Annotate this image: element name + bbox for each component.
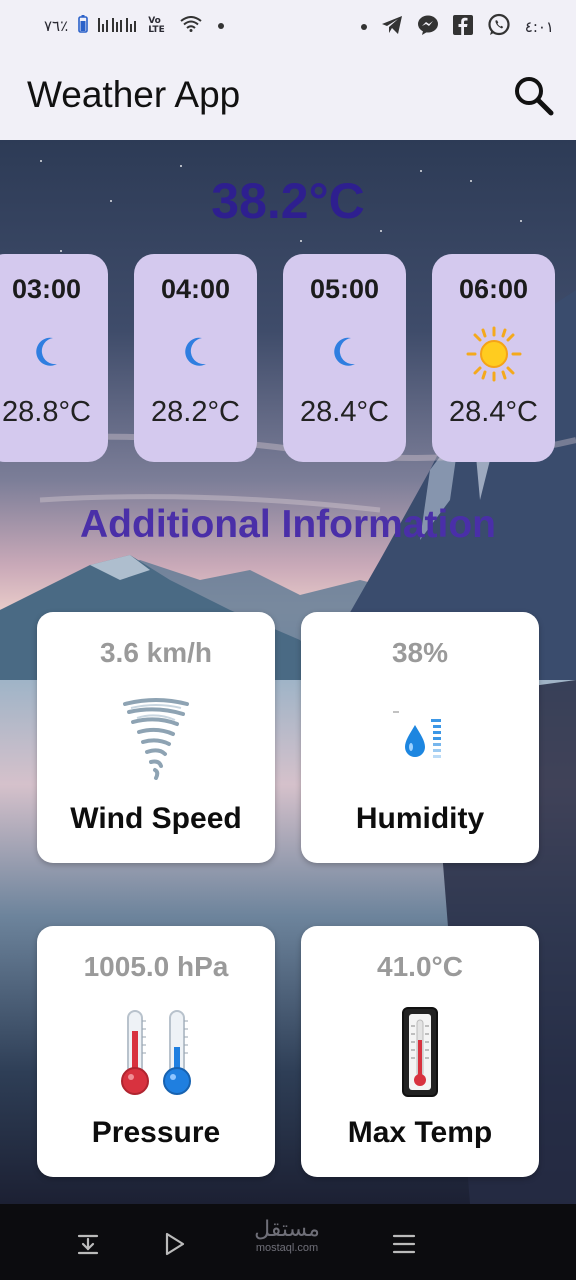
thermometer-icon — [301, 1007, 539, 1097]
hour-temperature: 28.8°C — [2, 396, 91, 428]
watermark-latin: mostaql.com — [255, 1242, 319, 1254]
whatsapp-icon — [487, 13, 511, 41]
info-label: Pressure — [91, 1116, 221, 1149]
info-value: 38% — [391, 637, 449, 668]
info-value: 3.6 km/h — [99, 637, 213, 668]
wifi-icon — [180, 16, 202, 36]
humidity-drop-icon — [301, 696, 539, 780]
hour-time: 05:00 — [309, 274, 380, 304]
info-label: Wind Speed — [70, 802, 242, 835]
hourly-forecast-strip[interactable]: 03:00 28.8°C 04:00 28.2°C 05:00 28.4°C 0… — [0, 254, 576, 464]
hour-time: 06:00 — [458, 274, 529, 304]
hourly-card[interactable]: 04:00 28.2°C — [134, 254, 257, 462]
pressure-card: 1005.0 hPa Pressure — [37, 926, 275, 1177]
hour-temperature: 28.2°C — [151, 396, 240, 428]
moon-icon — [283, 332, 406, 376]
hourly-card[interactable]: 06:00 28.4°C — [432, 254, 555, 462]
section-title: Additional Information — [80, 503, 496, 546]
search-icon — [515, 77, 554, 116]
moon-icon — [0, 332, 108, 376]
hour-temperature: 28.4°C — [449, 396, 538, 428]
moon-icon — [134, 332, 257, 376]
collapse-button[interactable] — [74, 1230, 102, 1258]
app-title: Weather App — [27, 74, 241, 115]
hour-temperature: 28.4°C — [300, 396, 389, 428]
app-bar: Weather App — [0, 52, 576, 140]
hourly-card[interactable]: 03:00 28.8°C — [0, 254, 108, 462]
hour-time: 03:00 — [11, 274, 82, 304]
max-temp-card: 41.0°C Max Temp — [301, 926, 539, 1177]
play-icon — [165, 1232, 185, 1256]
info-label: Humidity — [355, 802, 485, 835]
menu-icon — [392, 1234, 416, 1254]
info-label: Max Temp — [347, 1116, 493, 1149]
volte-icon: Vo LTE — [148, 16, 165, 35]
tornado-icon — [37, 696, 275, 780]
search-button[interactable] — [512, 74, 556, 118]
telegram-icon — [381, 15, 403, 39]
watermark-arabic: مستقل — [254, 1217, 320, 1242]
battery-icon — [78, 15, 88, 37]
info-value: 1005.0 hPa — [83, 951, 229, 982]
current-temperature: 38.2°C — [211, 173, 365, 229]
back-button[interactable] — [160, 1230, 188, 1258]
messenger-icon — [417, 14, 439, 40]
signal-bars-icon — [98, 16, 138, 36]
mostaql-watermark: مستقل mostaql.com — [252, 1217, 322, 1255]
humidity-card: 38% Humidity — [301, 612, 539, 863]
hour-time: 04:00 — [160, 274, 231, 304]
thermometers-icon — [37, 1010, 275, 1095]
clock-time: ٤:٠١ — [524, 18, 554, 36]
download-icon — [77, 1234, 99, 1255]
sun-icon — [432, 326, 555, 382]
menu-button[interactable] — [390, 1230, 418, 1258]
dot-icon — [360, 24, 367, 30]
status-bar: ٧٦٪ Vo LTE ٤:٠١ — [0, 0, 576, 52]
wind-speed-card: 3.6 km/h Wind Speed — [37, 612, 275, 863]
battery-percent: ٧٦٪ — [44, 17, 69, 35]
system-navigation-bar: مستقل mostaql.com — [0, 1204, 576, 1280]
hourly-card[interactable]: 05:00 28.4°C — [283, 254, 406, 462]
facebook-icon — [452, 15, 473, 39]
info-value: 41.0°C — [377, 951, 463, 982]
dot-icon — [218, 23, 225, 29]
